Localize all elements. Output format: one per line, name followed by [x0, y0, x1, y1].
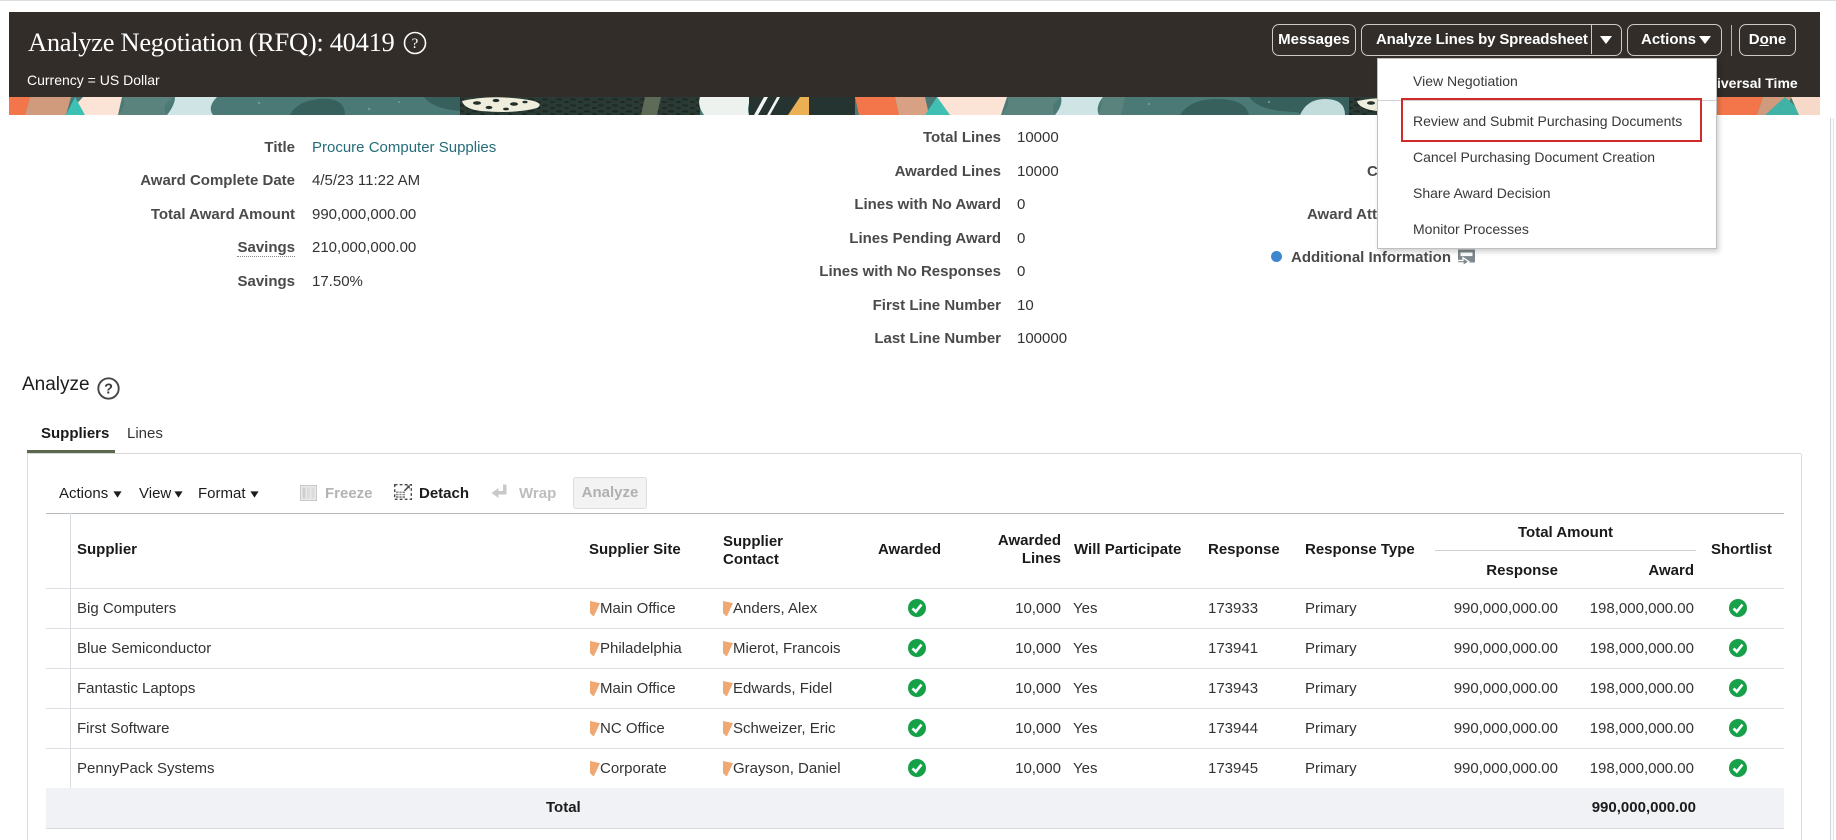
- svg-text:?: ?: [412, 36, 419, 52]
- svg-text:?: ?: [104, 382, 113, 398]
